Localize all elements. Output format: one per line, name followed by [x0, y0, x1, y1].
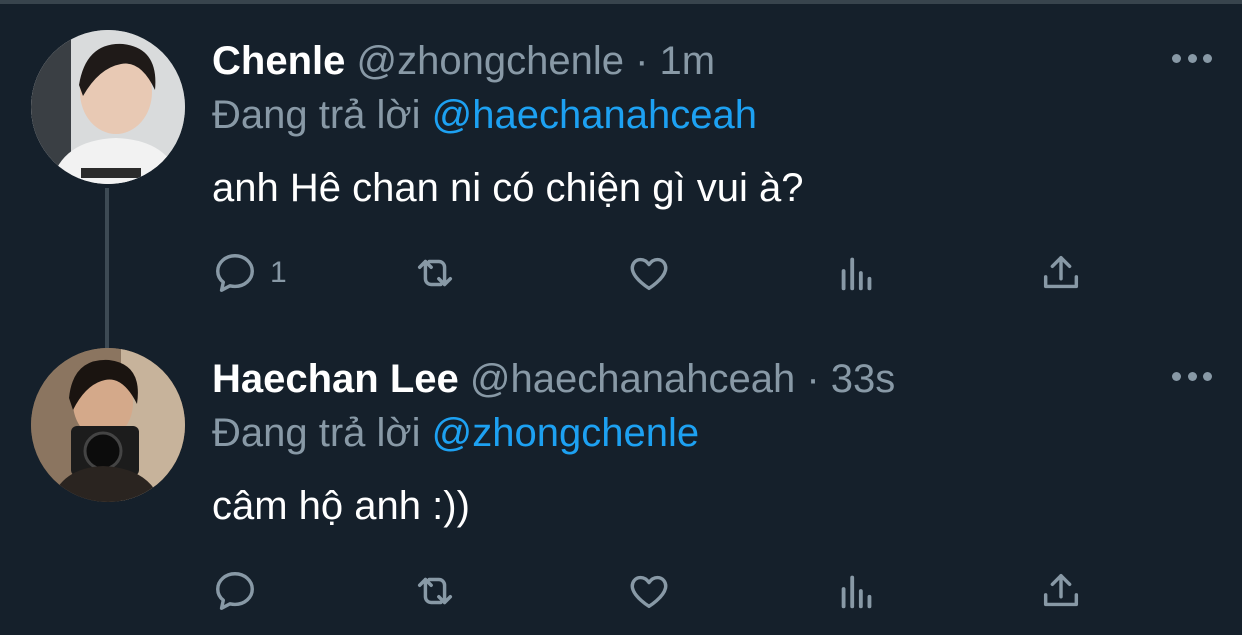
share-button[interactable] — [1038, 566, 1084, 616]
retweet-button[interactable] — [412, 566, 458, 616]
replying-label: Đang trả lời — [212, 411, 421, 455]
tweet-actions: 1 — [212, 248, 1092, 298]
reply-count: 1 — [270, 256, 287, 289]
replying-to: Đang trả lời @haechanahceah — [212, 92, 757, 138]
avatar[interactable] — [31, 348, 185, 502]
analytics-button[interactable] — [834, 566, 880, 616]
avatar[interactable] — [31, 30, 185, 184]
replying-label: Đang trả lời — [212, 93, 421, 137]
tweet-actions — [212, 566, 1092, 616]
replying-to: Đang trả lời @zhongchenle — [212, 410, 699, 456]
analytics-icon — [841, 257, 872, 291]
retweet-icon — [417, 577, 453, 605]
reply-button[interactable]: 1 — [212, 248, 287, 298]
timestamp[interactable]: 33s — [831, 357, 896, 401]
share-icon — [1043, 573, 1079, 607]
display-name[interactable]: Chenle — [212, 39, 345, 83]
reply-icon — [216, 254, 254, 292]
separator: · — [806, 357, 820, 401]
replying-to-handle[interactable]: @haechanahceah — [432, 93, 757, 137]
tweet-text: câm hộ anh :)) — [212, 484, 470, 528]
user-handle[interactable]: @haechanahceah — [470, 357, 795, 401]
reply-icon — [216, 572, 254, 610]
like-button[interactable] — [626, 248, 672, 298]
timestamp[interactable]: 1m — [660, 39, 716, 83]
like-icon — [630, 575, 668, 609]
reply-button[interactable] — [212, 566, 270, 616]
user-handle[interactable]: @zhongchenle — [356, 39, 623, 83]
tweet[interactable]: Chenle @zhongchenle · 1m Đang trả lời @h… — [0, 0, 1242, 318]
share-button[interactable] — [1038, 248, 1084, 298]
retweet-button[interactable] — [412, 248, 458, 298]
tweet-header: Chenle @zhongchenle · 1m — [212, 38, 715, 84]
tweet-text: anh Hê chan ni có chiện gì vui à? — [212, 166, 804, 210]
retweet-icon — [417, 259, 453, 287]
replying-to-handle[interactable]: @zhongchenle — [432, 411, 699, 455]
separator: · — [635, 39, 649, 83]
analytics-button[interactable] — [834, 248, 880, 298]
tweet[interactable]: Haechan Lee @haechanahceah · 33s Đang tr… — [0, 318, 1242, 635]
display-name[interactable]: Haechan Lee — [212, 357, 459, 401]
analytics-icon — [841, 575, 872, 609]
more-icon[interactable] — [1172, 368, 1212, 384]
tweet-header: Haechan Lee @haechanahceah · 33s — [212, 356, 895, 402]
share-icon — [1043, 255, 1079, 289]
more-icon[interactable] — [1172, 50, 1212, 66]
like-icon — [630, 257, 668, 291]
like-button[interactable] — [626, 566, 672, 616]
